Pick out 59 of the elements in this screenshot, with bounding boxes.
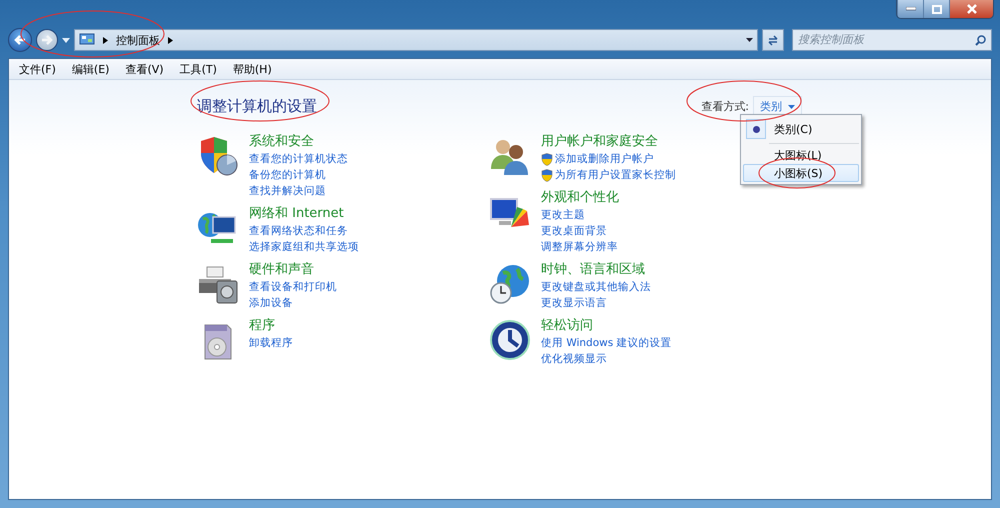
- category-link[interactable]: 外观和个性化: [541, 189, 619, 207]
- arrow-right-icon: [41, 34, 53, 46]
- menu-item[interactable]: 工具(T): [174, 62, 223, 76]
- category-link[interactable]: 系统和安全: [249, 133, 348, 151]
- category-link[interactable]: 轻松访问: [541, 317, 672, 335]
- maximize-button[interactable]: [923, 0, 949, 18]
- task-link[interactable]: 添加设备: [249, 295, 293, 311]
- task-link[interactable]: 更改桌面背景: [541, 223, 607, 239]
- task-link[interactable]: 添加或删除用户帐户: [555, 151, 654, 167]
- menu-item[interactable]: 文件(F): [13, 62, 62, 76]
- task-link[interactable]: 使用 Windows 建议的设置: [541, 335, 672, 351]
- task-link[interactable]: 为所有用户设置家长控制: [555, 167, 676, 183]
- refresh-icon: [767, 34, 779, 46]
- arrow-left-icon: [14, 34, 26, 46]
- refresh-button[interactable]: [762, 29, 784, 51]
- search-field[interactable]: 搜索控制面板: [798, 30, 975, 50]
- close-button[interactable]: [949, 0, 993, 18]
- category-link[interactable]: 用户帐户和家庭安全: [541, 133, 676, 151]
- forward-button[interactable]: [36, 29, 58, 51]
- address-bar[interactable]: 控制面板: [74, 29, 758, 51]
- menu-item[interactable]: 编辑(E): [66, 62, 116, 76]
- task-link[interactable]: 备份您的计算机: [249, 167, 326, 183]
- category-link[interactable]: 时钟、语言和区域: [541, 261, 651, 279]
- globe-clock-icon: [489, 263, 531, 305]
- radio-dot-icon: [752, 126, 760, 132]
- page-heading: 调整计算机的设置: [197, 97, 317, 116]
- menu-item[interactable]: 查看(V): [119, 62, 170, 76]
- dropdown-caret-icon[interactable]: [746, 38, 753, 42]
- maximize-icon: [932, 4, 942, 14]
- category-link[interactable]: 网络和 Internet: [249, 205, 359, 223]
- close-icon: [966, 4, 976, 14]
- search-box[interactable]: 搜索控制面板: [792, 29, 992, 51]
- menu-option[interactable]: 小图标(S): [743, 164, 859, 182]
- category-link[interactable]: 硬件和声音: [249, 261, 337, 279]
- breadcrumb-item[interactable]: 控制面板: [116, 32, 160, 48]
- task-link[interactable]: 查看您的计算机状态: [249, 151, 348, 167]
- task-link[interactable]: 更改键盘或其他输入法: [541, 279, 651, 295]
- chevron-right-icon: [103, 36, 108, 44]
- chevron-right-icon: [168, 36, 173, 44]
- task-link[interactable]: 更改显示语言: [541, 295, 607, 311]
- search-icon: [975, 34, 986, 46]
- task-link[interactable]: 查看网络状态和任务: [249, 223, 348, 239]
- category-link[interactable]: 程序: [249, 317, 293, 335]
- caret-icon: [788, 104, 795, 108]
- task-link[interactable]: 选择家庭组和共享选项: [249, 239, 359, 255]
- task-link[interactable]: 卸载程序: [249, 335, 293, 351]
- minimize-icon: [906, 7, 916, 11]
- view-by-label: 查看方式:: [701, 99, 749, 114]
- menu-item[interactable]: 帮助(H): [226, 62, 278, 76]
- back-button[interactable]: [8, 28, 32, 52]
- task-link[interactable]: 调整屏幕分辨率: [541, 239, 618, 255]
- minimize-button[interactable]: [897, 0, 923, 18]
- task-link[interactable]: 优化视频显示: [541, 351, 607, 367]
- accessibility-icon: [489, 319, 531, 361]
- task-link[interactable]: 查看设备和打印机: [249, 279, 337, 295]
- task-link[interactable]: 更改主题: [541, 207, 585, 223]
- task-link[interactable]: 查找并解决问题: [249, 183, 326, 199]
- menu-option[interactable]: 类别(C): [743, 117, 859, 141]
- control-panel-icon: [79, 33, 95, 47]
